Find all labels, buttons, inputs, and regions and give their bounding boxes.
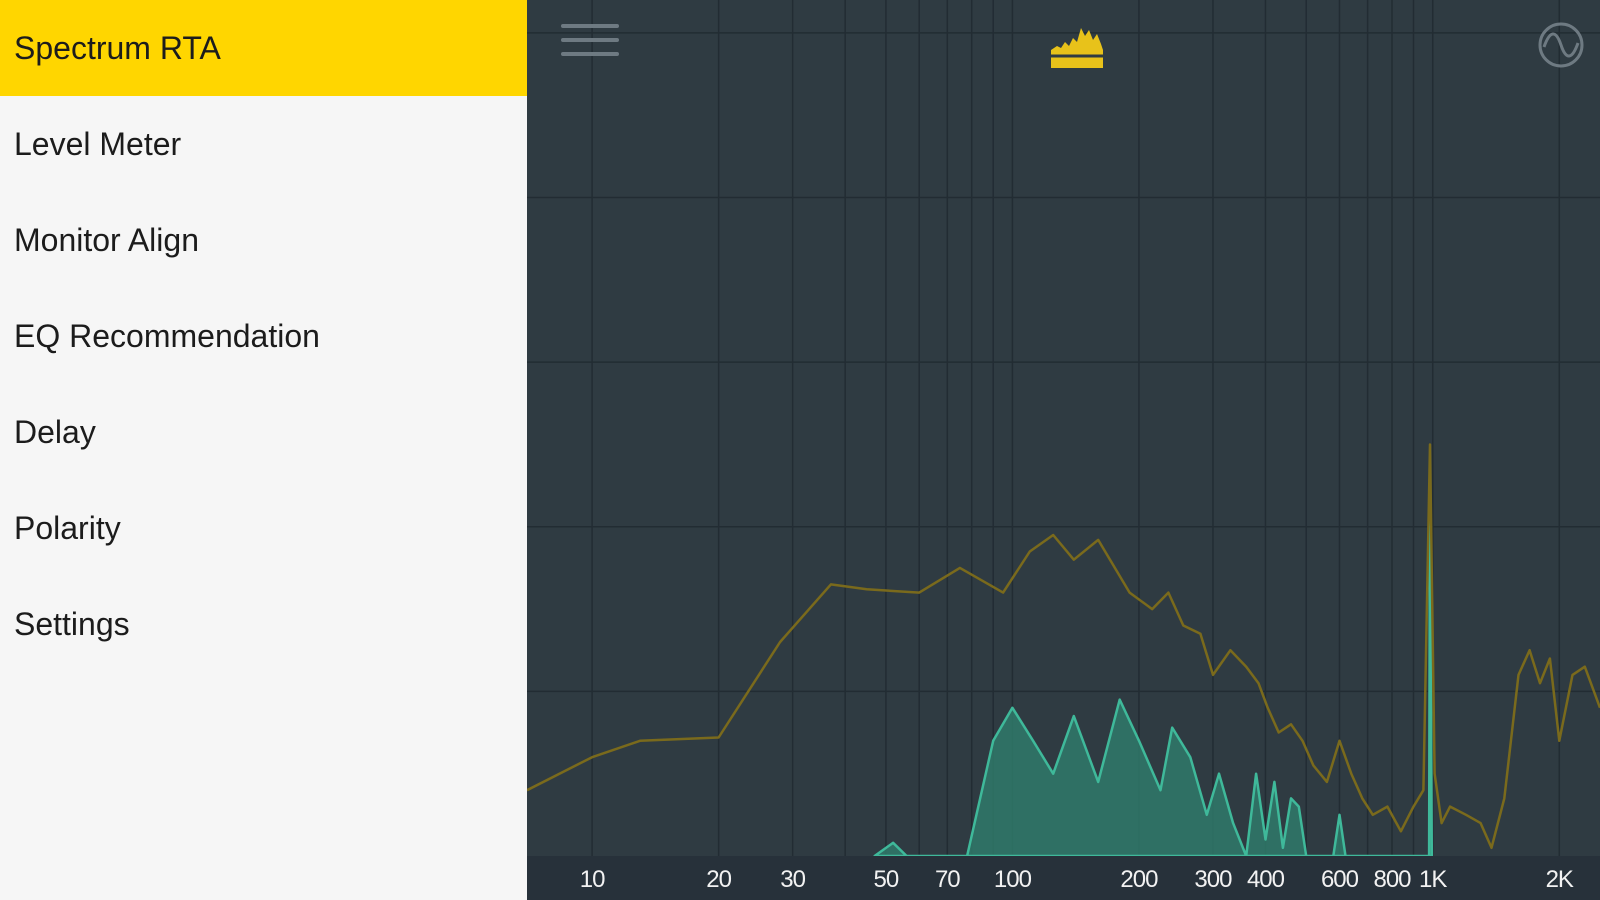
frequency-tick-label: 70 — [934, 866, 961, 893]
frequency-tick-label: 10 — [579, 866, 606, 893]
frequency-tick-label: 30 — [780, 866, 806, 893]
menu-item-label: Polarity — [14, 509, 121, 546]
menu-item-monitor-align[interactable]: Monitor Align — [0, 192, 527, 288]
spectrum-view: 10 20 30 50 70 100 200 300 400 600 800 1K 2K — [527, 0, 1600, 900]
frequency-tick-label: 300 — [1194, 866, 1232, 893]
menu-item-spectrum-rta[interactable]: Spectrum RTA — [0, 0, 527, 96]
frequency-tick-label: 2K — [1545, 866, 1574, 893]
menu-item-label: Spectrum RTA — [14, 29, 221, 66]
frequency-axis: 10 20 30 50 70 100 200 300 400 600 800 1K 2K — [527, 856, 1600, 900]
frequency-tick-label: 200 — [1120, 866, 1158, 893]
menu-item-settings[interactable]: Settings — [0, 576, 527, 672]
menu-item-label: Delay — [14, 413, 96, 450]
frequency-tick-label: 50 — [873, 866, 900, 893]
menu-item-level-meter[interactable]: Level Meter — [0, 96, 527, 192]
sine-wave-icon[interactable] — [1536, 20, 1586, 70]
menu-item-label: Level Meter — [14, 125, 182, 162]
navigation-drawer: Spectrum RTA Level Meter Monitor Align E… — [0, 0, 527, 900]
spectrum-logo-icon — [1051, 28, 1103, 68]
menu-item-label: Settings — [14, 605, 130, 642]
live-spectrum-area — [873, 492, 1434, 858]
frequency-tick-label: 1K — [1419, 866, 1447, 893]
frequency-tick-label: 100 — [993, 866, 1032, 893]
spectrum-plot — [527, 0, 1600, 858]
frequency-tick-label: 800 — [1373, 866, 1411, 893]
menu-item-label: Monitor Align — [14, 221, 199, 258]
frequency-tick-label: 600 — [1320, 866, 1359, 893]
frequency-tick-label: 20 — [706, 866, 732, 893]
menu-item-delay[interactable]: Delay — [0, 384, 527, 480]
menu-item-polarity[interactable]: Polarity — [0, 480, 527, 576]
hamburger-menu-icon[interactable] — [561, 24, 619, 64]
menu-item-eq-recommendation[interactable]: EQ Recommendation — [0, 288, 527, 384]
menu-item-label: EQ Recommendation — [14, 317, 320, 354]
frequency-tick-label: 400 — [1246, 866, 1285, 893]
